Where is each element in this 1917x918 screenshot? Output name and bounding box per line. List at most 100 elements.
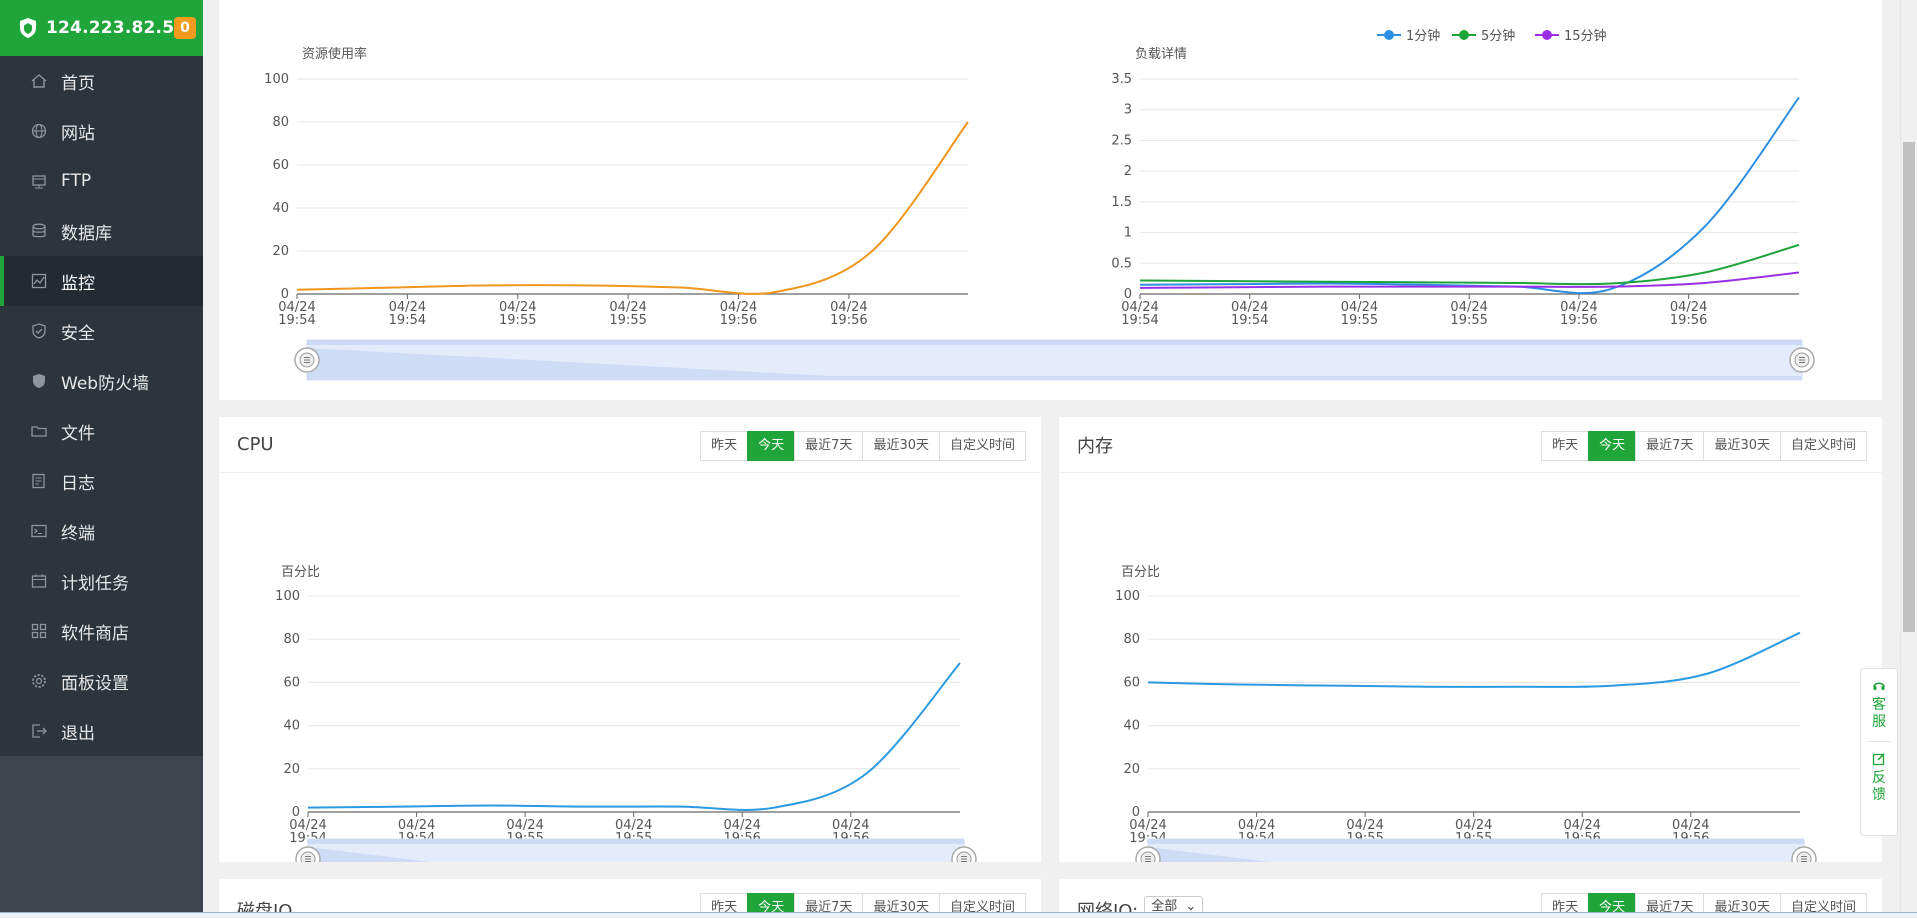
x-tick-time: 19:56 [720, 313, 757, 328]
database-icon [30, 222, 48, 240]
y-tick-label: 100 [1115, 589, 1140, 604]
nav-item-label: 面板设置 [61, 673, 129, 694]
nav-item-label: 安全 [61, 323, 95, 344]
time-range-button[interactable]: 最近7天 [794, 431, 864, 461]
time-range-button[interactable]: 今天 [1588, 431, 1637, 461]
nav-item-label: 文件 [61, 423, 95, 444]
time-range-button[interactable]: 最近30天 [862, 431, 940, 461]
nav-item[interactable]: Web防火墙 [0, 356, 203, 406]
memory-time-buttons: 昨天 今天 最近7天 最近30天 自定义时间 [1541, 431, 1867, 461]
y-tick-label: 100 [275, 589, 300, 604]
y-tick-label: 2.5 [1111, 133, 1132, 148]
chart-title: 资源使用率 [302, 46, 367, 62]
nav-item[interactable]: 文件 [0, 406, 203, 456]
nav-item[interactable]: 面板设置 [0, 656, 203, 706]
legend-label: 15分钟 [1564, 28, 1607, 44]
nav-item[interactable]: 软件商店 [0, 606, 203, 656]
nav-item[interactable]: 安全 [0, 306, 203, 356]
y-tick-label: 20 [283, 762, 300, 777]
nav-item[interactable]: 监控 [0, 256, 203, 306]
series-line [1139, 243, 1800, 286]
time-range-button[interactable]: 昨天 [1541, 431, 1590, 461]
server-bar[interactable]: 124.223.82.52 [0, 0, 203, 56]
headset-icon [1873, 682, 1885, 690]
memory-panel-title: 内存 [1077, 435, 1113, 457]
memory-panel-header: 内存 昨天 今天 最近7天 最近30天 自定义时间 [1059, 417, 1882, 473]
time-range-button[interactable]: 今天 [747, 431, 796, 461]
x-tick-time: 19:55 [609, 313, 646, 328]
nav-item-label: 网站 [61, 123, 95, 144]
zoom-slider-bar [308, 839, 964, 844]
y-tick-label: 80 [272, 115, 289, 130]
y-tick-label: 3.5 [1111, 72, 1132, 87]
time-range-button[interactable]: 最近7天 [1635, 431, 1705, 461]
help-tab: 客 服 反 馈 [1860, 668, 1898, 836]
x-tick-time: 19:56 [830, 313, 867, 328]
y-tick-label: 2 [1124, 164, 1132, 179]
nav-item-label: 日志 [61, 473, 95, 494]
x-tick-time: 19:54 [1121, 313, 1158, 328]
x-tick-time: 19:54 [389, 313, 426, 328]
shield-check-icon [30, 322, 48, 340]
settings-icon [30, 672, 48, 690]
zoom-slider-bar [1148, 839, 1804, 844]
memory-chart: 百分比02040608010004/2419:5404/2419:5404/24… [1115, 565, 1817, 880]
customer-service-char-2: 服 [1872, 714, 1886, 730]
feedback-button[interactable]: 反 馈 [1872, 742, 1886, 804]
load-charts: 资源使用率02040608010004/2419:5404/2419:5404/… [264, 28, 1815, 381]
nav-item[interactable]: 网站 [0, 106, 203, 156]
x-tick-time: 19:55 [1450, 313, 1487, 328]
cpu-panel-header: CPU 昨天 今天 最近7天 最近30天 自定义时间 [219, 417, 1041, 473]
nav-item[interactable]: 首页 [0, 56, 203, 106]
nav-item-label: 终端 [61, 523, 95, 544]
nav-item-label: 计划任务 [61, 573, 129, 594]
nav-item[interactable]: 日志 [0, 456, 203, 506]
series-line [1147, 631, 1801, 688]
y-tick-label: 1.5 [1111, 195, 1132, 210]
apps-icon [30, 622, 48, 640]
page-scrollbar[interactable] [1900, 0, 1917, 912]
nav-item-label: Web防火墙 [61, 373, 150, 394]
firewall-icon [30, 372, 48, 390]
alert-badge[interactable]: 0 [174, 17, 196, 39]
nav-item-label: 数据库 [61, 223, 112, 244]
y-tick-label: 3 [1124, 103, 1132, 118]
cpu-chart: 百分比02040608010004/2419:5404/2419:5404/24… [275, 565, 977, 880]
legend-label: 5分钟 [1481, 28, 1515, 44]
log-icon [30, 472, 48, 490]
y-tick-label: 60 [272, 158, 289, 173]
nav-item[interactable]: 终端 [0, 506, 203, 556]
legend-label: 1分钟 [1406, 28, 1440, 44]
globe-icon [30, 122, 48, 140]
cpu-time-buttons: 昨天 今天 最近7天 最近30天 自定义时间 [700, 431, 1026, 461]
customer-service-char-1: 客 [1872, 697, 1886, 713]
logout-icon [30, 722, 48, 740]
scrollbar-thumb[interactable] [1903, 142, 1915, 632]
memory-panel: 内存 昨天 今天 最近7天 最近30天 自定义时间 百分比 0 20 40 60 80 100 04/… [1059, 417, 1882, 880]
nav-item[interactable]: 退出 [0, 706, 203, 756]
load-panel: 资源使用率 0 20 40 60 80 100 04/24 19:54 04/24 19:54 04/… [219, 0, 1882, 400]
cpu-panel: CPU 昨天 今天 最近7天 最近30天 自定义时间 百分比 0 20 40 60 80 100 04… [219, 417, 1041, 880]
nav-item[interactable]: 计划任务 [0, 556, 203, 606]
legend-marker [1384, 30, 1394, 40]
y-tick-label: 1 [1124, 226, 1132, 241]
nav-item[interactable]: 数据库 [0, 206, 203, 256]
customer-service-button[interactable]: 客 服 [1872, 669, 1886, 731]
zoom-slider-handle[interactable] [294, 347, 320, 373]
x-tick-time: 19:55 [499, 313, 536, 328]
time-range-button[interactable]: 自定义时间 [938, 431, 1026, 461]
y-tick-label: 80 [283, 632, 300, 647]
feedback-char-1: 反 [1872, 770, 1886, 786]
time-range-button[interactable]: 昨天 [700, 431, 749, 461]
sidebar: 124.223.82.52 0 首页网站 FTP 数据库监控安全 Web防火墙 文件日志… [0, 0, 203, 918]
zoom-slider-handle[interactable] [1789, 347, 1815, 373]
time-range-button[interactable]: 最近30天 [1703, 431, 1781, 461]
nav-item-label: FTP [61, 171, 92, 191]
terminal-icon [30, 522, 48, 540]
edit-icon [1872, 753, 1885, 766]
feedback-char-2: 馈 [1872, 787, 1886, 803]
time-range-button[interactable]: 自定义时间 [1779, 431, 1867, 461]
nav-item[interactable]: FTP [0, 156, 203, 206]
ftp-icon [30, 172, 48, 190]
server-ip: 124.223.82.52 [46, 18, 187, 38]
